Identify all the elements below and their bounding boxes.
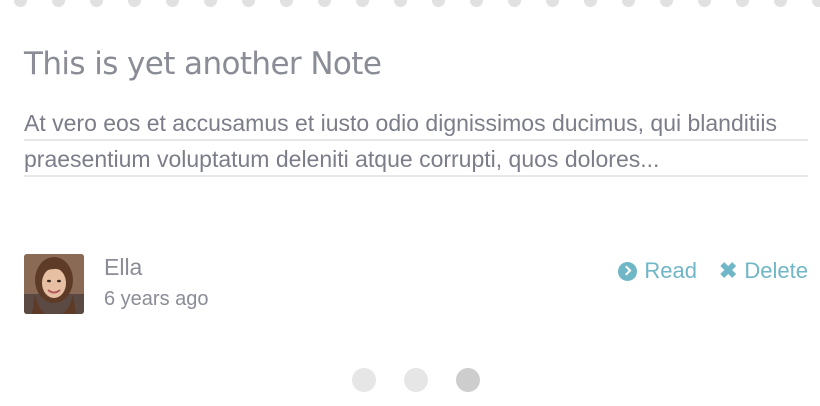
perforation-hole: [660, 0, 673, 7]
perforation-hole: [774, 0, 787, 7]
perforation-hole: [128, 0, 141, 7]
perforation-hole: [546, 0, 559, 7]
note-title: This is yet another Note: [24, 46, 382, 82]
pagination: [352, 368, 480, 392]
paper-perforation: [0, 0, 820, 8]
perforation-hole: [508, 0, 521, 7]
perforation-hole: [318, 0, 331, 7]
perforation-hole: [698, 0, 711, 7]
read-button[interactable]: Read: [618, 258, 697, 284]
perforation-hole: [52, 0, 65, 7]
avatar: [24, 254, 84, 314]
perforation-hole: [736, 0, 749, 7]
delete-button-label: Delete: [744, 258, 808, 283]
perforation-hole: [584, 0, 597, 7]
user-photo-icon: [24, 254, 84, 314]
perforation-hole: [622, 0, 635, 7]
perforation-hole: [812, 0, 820, 7]
perforation-hole: [280, 0, 293, 7]
perforation-hole: [432, 0, 445, 7]
read-button-label: Read: [644, 258, 697, 283]
perforation-hole: [90, 0, 103, 7]
perforation-hole: [470, 0, 483, 7]
perforation-hole: [204, 0, 217, 7]
perforation-hole: [394, 0, 407, 7]
pagination-dot-2[interactable]: [404, 368, 428, 392]
perforation-hole: [242, 0, 255, 7]
close-icon: ✖: [718, 258, 738, 283]
perforation-hole: [356, 0, 369, 7]
note-actions: Read ✖ Delete: [618, 258, 808, 284]
pagination-dot-1[interactable]: [352, 368, 376, 392]
note-excerpt: At vero eos et accusamus et iusto odio d…: [24, 105, 808, 177]
delete-button[interactable]: ✖ Delete: [719, 258, 808, 284]
pagination-dot-3[interactable]: [456, 368, 480, 392]
perforation-hole: [166, 0, 179, 7]
post-timestamp: 6 years ago: [104, 288, 209, 310]
chevron-circle-right-icon: [618, 261, 638, 281]
perforation-hole: [14, 0, 27, 7]
author-name: Ella: [104, 254, 143, 280]
